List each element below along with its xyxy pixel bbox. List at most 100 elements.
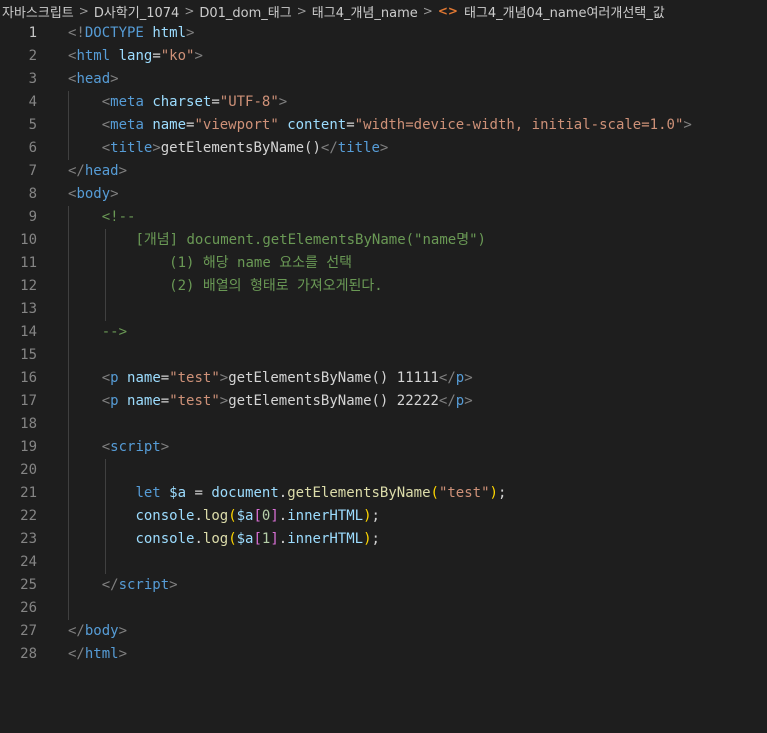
code-token: script xyxy=(118,577,170,593)
line-number: 19 xyxy=(20,439,37,455)
code-token: getElementsByName() 11111 xyxy=(228,370,439,386)
code-token: > xyxy=(152,140,161,156)
code-text: </script> xyxy=(68,574,178,597)
line-number: 14 xyxy=(20,324,37,340)
code-line[interactable]: 10 [개념] document.getElementsByName("name… xyxy=(0,229,767,252)
code-token: name xyxy=(127,393,161,409)
code-token: meta xyxy=(110,94,144,110)
line-number: 4 xyxy=(28,94,37,110)
code-token: = xyxy=(160,370,170,386)
code-token: (1) 해당 name 요소를 선택 xyxy=(169,255,353,271)
line-number: 20 xyxy=(20,462,37,478)
code-line[interactable]: 2 <html lang="ko"> xyxy=(0,45,767,68)
code-line[interactable]: 3 <head> xyxy=(0,68,767,91)
line-number: 5 xyxy=(28,117,37,133)
code-token: ( xyxy=(228,531,237,547)
code-token: getElementsByName() xyxy=(160,140,321,156)
code-line[interactable]: 8 <body> xyxy=(0,183,767,206)
code-line[interactable]: 22 console.log($a[0].innerHTML); xyxy=(0,505,767,528)
code-token: $a xyxy=(236,508,254,524)
code-token: . xyxy=(278,531,288,547)
code-line[interactable]: 27 </body> xyxy=(0,620,767,643)
code-token: < xyxy=(101,439,111,455)
line-number: 23 xyxy=(20,531,37,547)
code-token: html xyxy=(76,48,111,64)
code-line[interactable]: 1 <!DOCTYPE html> xyxy=(0,22,767,45)
code-token: ) xyxy=(489,485,498,501)
code-line[interactable]: 26 xyxy=(0,597,767,620)
code-token: . xyxy=(278,508,288,524)
code-line[interactable]: 24 xyxy=(0,551,767,574)
code-token: console xyxy=(135,508,195,524)
line-number: 28 xyxy=(20,646,37,662)
line-number: 15 xyxy=(20,347,37,363)
code-line[interactable]: 9 <!-- xyxy=(0,206,767,229)
code-line[interactable]: 12 (2) 배열의 형태로 가져오게된다. xyxy=(0,275,767,298)
code-line[interactable]: 28 </html> xyxy=(0,643,767,666)
code-line[interactable]: 11 (1) 해당 name 요소를 선택 xyxy=(0,252,767,275)
code-line[interactable]: 5 <meta name="viewport" content="width=d… xyxy=(0,114,767,137)
breadcrumb-item-folder-1[interactable]: D사학기_1074 xyxy=(92,2,181,21)
code-line[interactable]: 6 <title>getElementsByName()</title> xyxy=(0,137,767,160)
code-line[interactable]: 23 console.log($a[1].innerHTML); xyxy=(0,528,767,551)
code-token: ] xyxy=(270,508,279,524)
code-token: meta xyxy=(110,117,144,133)
code-line[interactable]: 7 </head> xyxy=(0,160,767,183)
line-number: 11 xyxy=(20,255,37,271)
chevron-right-icon: > xyxy=(78,4,89,18)
code-line[interactable]: 19 <script> xyxy=(0,436,767,459)
code-line[interactable]: 18 xyxy=(0,413,767,436)
code-token: = xyxy=(211,94,220,110)
code-line[interactable]: 20 xyxy=(0,459,767,482)
line-number: 2 xyxy=(28,48,37,64)
code-token: > xyxy=(118,163,128,179)
code-line[interactable]: 25 </script> xyxy=(0,574,767,597)
code-token: [ xyxy=(253,531,262,547)
code-token: > xyxy=(110,71,119,87)
code-token: $a xyxy=(236,531,254,547)
code-text: (1) 해당 name 요소를 선택 xyxy=(68,252,352,275)
code-token: </ xyxy=(438,370,456,386)
code-token: log xyxy=(202,508,229,524)
code-token: html xyxy=(152,25,187,41)
code-token: = xyxy=(160,393,170,409)
code-line[interactable]: 14 --> xyxy=(0,321,767,344)
code-token: p xyxy=(455,393,465,409)
breadcrumb-item-root[interactable]: 자바스크립트 xyxy=(0,2,76,21)
code-line[interactable]: 17 <p name="test">getElementsByName() 22… xyxy=(0,390,767,413)
code-token: "ko" xyxy=(160,48,195,64)
code-token: "test" xyxy=(169,370,220,386)
code-token: </ xyxy=(68,623,85,639)
code-token: "test" xyxy=(438,485,490,501)
code-token: getElementsByName() 22222 xyxy=(228,393,439,409)
code-editor[interactable]: 1 <!DOCTYPE html> 2 <html lang="ko"> 3 <head>… xyxy=(0,22,767,733)
code-token: </ xyxy=(320,140,338,156)
code-token: </ xyxy=(438,393,456,409)
code-line[interactable]: 13 xyxy=(0,298,767,321)
line-number: 7 xyxy=(28,163,37,179)
code-token: > xyxy=(118,646,128,662)
code-text: <script> xyxy=(68,436,169,459)
code-token: <! xyxy=(68,25,85,41)
line-number: 16 xyxy=(20,370,37,386)
code-token: > xyxy=(169,577,178,593)
code-line[interactable]: 21 let $a = document.getElementsByName("… xyxy=(0,482,767,505)
breadcrumb-item-file[interactable]: 태그4_개념04_name여러개선택_값 xyxy=(462,2,667,21)
breadcrumb-item-folder-3[interactable]: 태그4_개념_name xyxy=(310,2,420,21)
code-token: head xyxy=(84,163,119,179)
code-line[interactable]: 4 <meta charset="UTF-8"> xyxy=(0,91,767,114)
line-number: 26 xyxy=(20,600,37,616)
code-line[interactable]: 16 <p name="test">getElementsByName() 11… xyxy=(0,367,767,390)
line-number: 17 xyxy=(20,393,37,409)
line-number: 10 xyxy=(20,232,37,248)
breadcrumb-item-folder-2[interactable]: D01_dom_태그 xyxy=(197,2,293,21)
code-line[interactable]: 15 xyxy=(0,344,767,367)
code-text: <p name="test">getElementsByName() 22222… xyxy=(68,390,473,413)
